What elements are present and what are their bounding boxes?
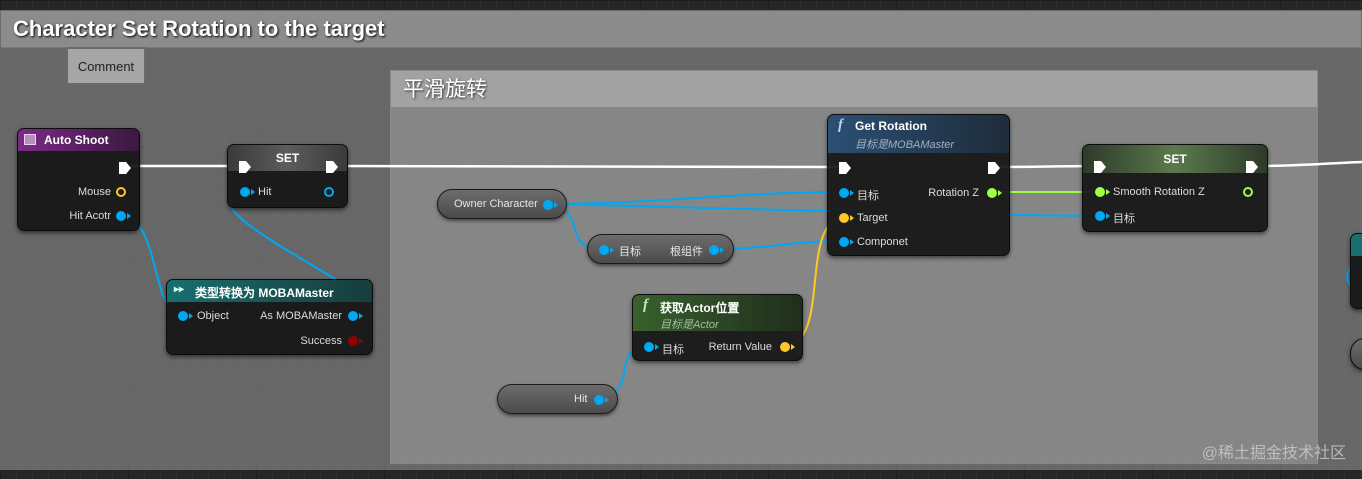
function-icon: f bbox=[838, 117, 843, 133]
pin-smooth-rotation-z-out[interactable] bbox=[1243, 187, 1253, 197]
function-icon: f bbox=[643, 297, 648, 313]
pin-target-self[interactable] bbox=[839, 188, 854, 198]
pin-owner-out[interactable] bbox=[543, 200, 558, 210]
pin-hit-out[interactable] bbox=[594, 395, 609, 405]
node-hit-getter[interactable]: Hit bbox=[497, 384, 618, 414]
node-offscreen-1[interactable] bbox=[1350, 233, 1362, 309]
pin-label-target-self: 目标 bbox=[857, 190, 879, 202]
pin-hit-in[interactable] bbox=[240, 187, 255, 197]
pin-componet[interactable] bbox=[839, 237, 854, 247]
pin-target[interactable] bbox=[644, 342, 659, 352]
node-title: 获取Actor位置 bbox=[660, 301, 740, 315]
node-get-rotation[interactable]: f Get Rotation 目标是MOBAMaster 目标 Rotation… bbox=[827, 114, 1010, 256]
event-icon bbox=[24, 134, 36, 145]
pin-label-smooth-rotation-z: Smooth Rotation Z bbox=[1113, 186, 1205, 198]
watermark: @稀土掘金技术社区 bbox=[1201, 445, 1346, 462]
node-auto-shoot[interactable]: Auto Shoot Mouse Hit Acotr bbox=[17, 128, 140, 231]
node-subtitle: 目标是Actor bbox=[660, 319, 719, 331]
node-title: Get Rotation bbox=[855, 119, 927, 133]
pin-label-rotation-z: Rotation Z bbox=[928, 187, 979, 199]
pin-as-mobamaster[interactable] bbox=[348, 311, 363, 321]
var-label: Owner Character bbox=[454, 198, 538, 210]
node-root-component[interactable]: 目标 根组件 bbox=[587, 234, 734, 264]
pin-label-componet: Componet bbox=[857, 236, 908, 248]
node-title: 类型转换为 MOBAMaster bbox=[195, 286, 334, 300]
pin-label-target: 目标 bbox=[619, 246, 641, 258]
node-cast-mobamaster[interactable]: ▸▸ 类型转换为 MOBAMaster Object As MOBAMaster… bbox=[166, 279, 373, 355]
pin-target-in[interactable] bbox=[599, 245, 614, 255]
pin-smooth-rotation-z-in[interactable] bbox=[1095, 187, 1110, 197]
pin-target[interactable] bbox=[1095, 211, 1110, 221]
node-owner-character[interactable]: Owner Character bbox=[437, 189, 567, 219]
pin-label-target: 目标 bbox=[662, 344, 684, 356]
pin-mouse[interactable] bbox=[116, 187, 126, 197]
pin-hit-actor[interactable] bbox=[116, 211, 131, 221]
pin-label-root: 根组件 bbox=[670, 246, 703, 258]
pin-return-value[interactable] bbox=[780, 342, 795, 352]
pin-rotation-z[interactable] bbox=[987, 188, 1002, 198]
pin-label-target: 目标 bbox=[1113, 213, 1135, 225]
node-set-smooth-rotation[interactable]: SET Smooth Rotation Z 目标 bbox=[1082, 144, 1268, 232]
pin-success[interactable] bbox=[348, 336, 363, 346]
pin-label-object: Object bbox=[197, 310, 229, 322]
pin-label-hit: Hit bbox=[258, 186, 272, 198]
node-subtitle: 目标是MOBAMaster bbox=[855, 139, 955, 151]
node-title: Auto Shoot bbox=[44, 133, 109, 147]
cast-icon: ▸▸ bbox=[174, 284, 185, 295]
pin-label-success: Success bbox=[300, 335, 342, 347]
pin-label-hit-actor: Hit Acotr bbox=[69, 210, 111, 222]
pin-hit-out[interactable] bbox=[324, 187, 334, 197]
wire-owner-to-setsmooth-target bbox=[546, 203, 1101, 217]
wire-owner-to-gr-target bbox=[546, 191, 843, 205]
pin-label-as-mobamaster: As MOBAMaster bbox=[260, 310, 342, 322]
exec-wire-4 bbox=[1257, 160, 1362, 168]
node-get-actor-location[interactable]: f 获取Actor位置 目标是Actor 目标 Return Value bbox=[632, 294, 803, 361]
pin-object[interactable] bbox=[178, 311, 193, 321]
pin-label-return-value: Return Value bbox=[708, 341, 772, 353]
pin-target-vector[interactable] bbox=[839, 213, 854, 223]
exec-wire-2 bbox=[337, 164, 841, 169]
node-set-hit[interactable]: SET Hit bbox=[227, 144, 348, 208]
blueprint-graph[interactable]: Character Set Rotation to the target Com… bbox=[0, 0, 1362, 479]
node-title: SET bbox=[1083, 145, 1267, 173]
var-label: Hit bbox=[574, 393, 588, 405]
pin-label-mouse: Mouse bbox=[77, 186, 111, 198]
pin-root-out[interactable] bbox=[709, 245, 724, 255]
pin-label-target-vector: Target bbox=[857, 212, 888, 224]
